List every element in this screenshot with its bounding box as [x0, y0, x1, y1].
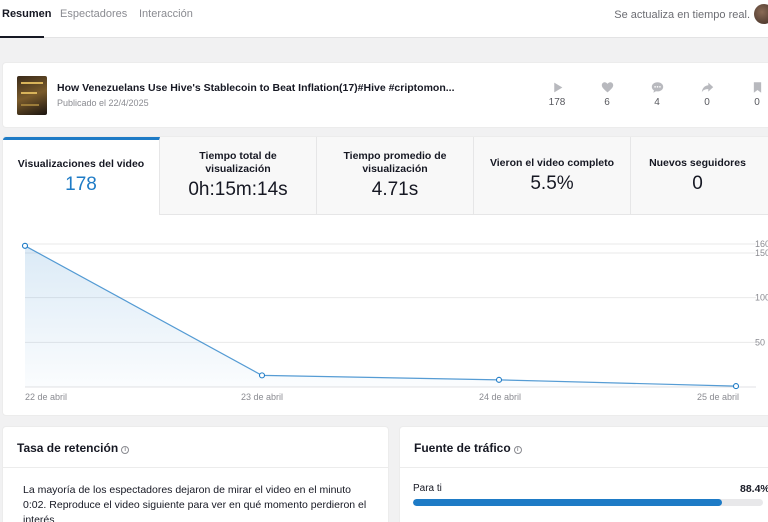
traffic-title: Fuente de tráfico i — [414, 441, 522, 455]
metric-tab-views[interactable]: Visualizaciones del video 178 — [3, 137, 160, 215]
views-chart: 22 de abril 23 de abril 24 de abril 25 de a… — [21, 239, 768, 402]
realtime-note: Se actualiza en tiempo real. — [614, 9, 750, 21]
x-tick-label: 25 de abril — [697, 392, 739, 402]
metrics-panel: Visualizaciones del video 178 Tiempo tot… — [2, 136, 768, 416]
tab-resumen[interactable]: Resumen — [2, 8, 52, 20]
divider — [400, 467, 768, 468]
play-icon — [553, 82, 562, 93]
y-tick-label: 160 — [755, 239, 768, 249]
metric-value: 0 — [692, 173, 703, 194]
x-tick-label: 24 de abril — [479, 392, 521, 402]
metric-value: 178 — [65, 174, 97, 195]
shares-stat: 0 — [692, 81, 722, 108]
views-count: 178 — [548, 97, 566, 108]
metric-label: Tiempo total de visualización — [199, 150, 277, 175]
top-tab-bar: Resumen Espectadores Interacción Se actu… — [0, 0, 768, 38]
data-point — [732, 383, 740, 390]
video-publish-date: Publicado el 22/4/2025 — [57, 98, 149, 108]
comment-icon — [651, 82, 663, 93]
metric-tab-full-watch[interactable]: Vieron el video completo 5.5% — [474, 137, 631, 215]
comments-count: 4 — [654, 97, 660, 108]
traffic-progress-fill — [413, 499, 723, 506]
metric-value: 5.5% — [530, 173, 574, 194]
y-tick-label: 150 — [755, 248, 768, 258]
video-thumbnail[interactable] — [17, 76, 47, 115]
metric-tab-total-watch-time[interactable]: Tiempo total de visualización 0h:15m:14s — [160, 137, 317, 215]
retention-title-text: Tasa de retención — [17, 441, 119, 455]
tab-interaccion[interactable]: Interacción — [139, 8, 193, 20]
traffic-source-label: Para ti — [413, 483, 442, 494]
retention-description: La mayoría de los espectadores dejaron d… — [23, 484, 367, 522]
metric-label: Visualizaciones del video — [17, 158, 145, 170]
views-stat: 178 — [542, 81, 572, 108]
tab-espectadores[interactable]: Espectadores — [60, 8, 127, 20]
info-icon[interactable]: i — [513, 446, 522, 454]
avatar[interactable] — [754, 4, 768, 24]
data-point — [21, 242, 29, 249]
retention-title: Tasa de retención i — [17, 441, 130, 455]
divider — [3, 467, 388, 468]
data-point — [258, 372, 266, 379]
info-icon[interactable]: i — [121, 446, 130, 454]
area-fill — [25, 245, 736, 387]
saves-stat: 0 — [742, 81, 768, 108]
metric-label: Tiempo promedio de visualización — [343, 150, 447, 175]
likes-stat: 6 — [592, 81, 622, 108]
active-tab-indicator — [0, 36, 44, 38]
heart-icon — [601, 82, 613, 93]
retention-card: Tasa de retención i La mayoría de los esp… — [2, 426, 389, 522]
shares-count: 0 — [704, 97, 710, 108]
traffic-source-percent: 88.4% — [740, 483, 768, 495]
x-tick-label: 22 de abril — [25, 392, 67, 402]
metric-tabs: Visualizaciones del video 178 Tiempo tot… — [3, 137, 768, 215]
bookmark-icon — [753, 82, 761, 93]
metric-tab-average-watch-time[interactable]: Tiempo promedio de visualización 4.71s — [317, 137, 474, 215]
metric-value: 0h:15m:14s — [188, 179, 288, 200]
data-point — [495, 376, 503, 383]
x-tick-label: 23 de abril — [241, 392, 283, 402]
saves-count: 0 — [754, 97, 760, 108]
comments-stat: 4 — [642, 81, 672, 108]
likes-count: 6 — [604, 97, 610, 108]
traffic-progress-bar — [413, 499, 763, 506]
metric-label: Nuevos seguidores — [649, 157, 746, 169]
metric-value: 4.71s — [371, 179, 419, 200]
y-tick-label: 100 — [755, 293, 768, 303]
y-tick-label: 50 — [755, 337, 765, 347]
traffic-title-text: Fuente de tráfico — [414, 441, 511, 455]
share-icon — [701, 82, 713, 93]
metric-label: Vieron el video completo — [489, 157, 615, 169]
traffic-source-card: Fuente de tráfico i Para ti 88.4% — [399, 426, 768, 522]
video-title[interactable]: How Venezuelans Use Hive's Stablecoin to… — [57, 82, 455, 94]
metric-tab-new-followers[interactable]: Nuevos seguidores 0 — [631, 137, 768, 215]
video-card: How Venezuelans Use Hive's Stablecoin to… — [2, 62, 768, 128]
